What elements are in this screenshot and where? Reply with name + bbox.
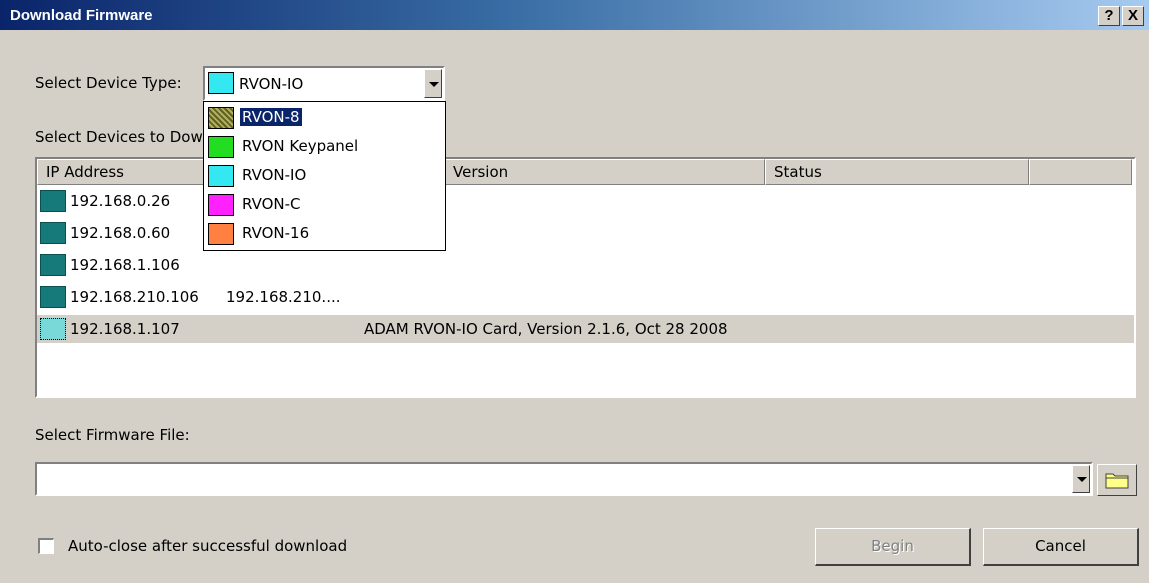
folder-icon	[1105, 473, 1129, 489]
device-type-dropdown[interactable]: RVON-8 RVON Keypanel RVON-IO RVON-C RVON…	[203, 101, 446, 251]
dropdown-option-rvon-keypanel[interactable]: RVON Keypanel	[206, 133, 443, 162]
close-button[interactable]: X	[1122, 6, 1144, 26]
firmware-label: Select Firmware File:	[35, 426, 190, 444]
device-color-swatch	[208, 194, 234, 216]
dropdown-option-rvon-8[interactable]: RVON-8	[206, 104, 443, 133]
device-type-value: RVON-IO	[239, 75, 304, 93]
cancel-button[interactable]: Cancel	[983, 528, 1139, 566]
ip-cell: 192.168.1.107	[70, 320, 180, 338]
devices-label: Select Devices to Dow	[35, 128, 203, 146]
title-bar: Download Firmware ? X	[0, 0, 1149, 30]
dropdown-option-rvon-io[interactable]: RVON-IO	[206, 162, 443, 191]
auto-close-checkbox[interactable]	[38, 538, 54, 554]
dropdown-option-label: RVON-16	[242, 224, 310, 242]
dropdown-option-label: RVON-8	[240, 108, 302, 126]
table-row-selected[interactable]: 192.168.1.107 ADAM RVON-IO Card, Version…	[37, 315, 1134, 343]
device-color-swatch	[208, 165, 234, 187]
device-type-select[interactable]: RVON-IO	[203, 66, 445, 101]
browse-button[interactable]	[1097, 464, 1137, 496]
firmware-file-select[interactable]	[35, 462, 1093, 496]
name-cell: 192.168.210....	[226, 288, 341, 306]
help-button[interactable]: ?	[1098, 6, 1120, 26]
version-cell: ADAM RVON-IO Card, Version 2.1.6, Oct 28…	[364, 320, 728, 338]
device-color-swatch	[208, 107, 234, 129]
ip-cell: 192.168.0.60	[70, 224, 171, 242]
device-icon	[40, 318, 66, 340]
chevron-down-icon[interactable]	[1072, 465, 1090, 493]
window-title: Download Firmware	[10, 7, 153, 24]
device-type-label: Select Device Type:	[35, 74, 182, 92]
device-color-swatch	[208, 136, 234, 158]
device-icon	[40, 286, 66, 308]
column-header-status[interactable]: Status	[765, 159, 1029, 185]
begin-button[interactable]: Begin	[815, 528, 971, 566]
ip-cell: 192.168.1.106	[70, 256, 180, 274]
dropdown-option-label: RVON-C	[242, 195, 301, 213]
dropdown-option-rvon-16[interactable]: RVON-16	[206, 220, 443, 249]
device-icon	[40, 190, 66, 212]
devices-list[interactable]: IP Address Version Status 192.168.0.26 1…	[35, 157, 1136, 398]
table-row[interactable]: 192.168.0.60	[37, 219, 1134, 247]
device-color-swatch	[208, 72, 234, 94]
ip-cell: 192.168.0.26	[70, 192, 171, 210]
dropdown-option-label: RVON-IO	[242, 166, 307, 184]
device-icon	[40, 222, 66, 244]
table-row[interactable]: 192.168.210.106 192.168.210....	[37, 283, 1134, 311]
auto-close-label[interactable]: Auto-close after successful download	[68, 537, 347, 555]
ip-cell: 192.168.210.106	[70, 288, 199, 306]
device-icon	[40, 254, 66, 276]
column-header-extra[interactable]	[1029, 159, 1132, 185]
chevron-down-icon[interactable]	[424, 69, 442, 98]
table-row[interactable]: 192.168.1.106	[37, 251, 1134, 279]
device-color-swatch	[208, 223, 234, 245]
dropdown-option-rvon-c[interactable]: RVON-C	[206, 191, 443, 220]
column-header-version[interactable]: Version	[444, 159, 765, 185]
table-row[interactable]: 192.168.0.26	[37, 187, 1134, 215]
dropdown-option-label: RVON Keypanel	[242, 137, 359, 155]
